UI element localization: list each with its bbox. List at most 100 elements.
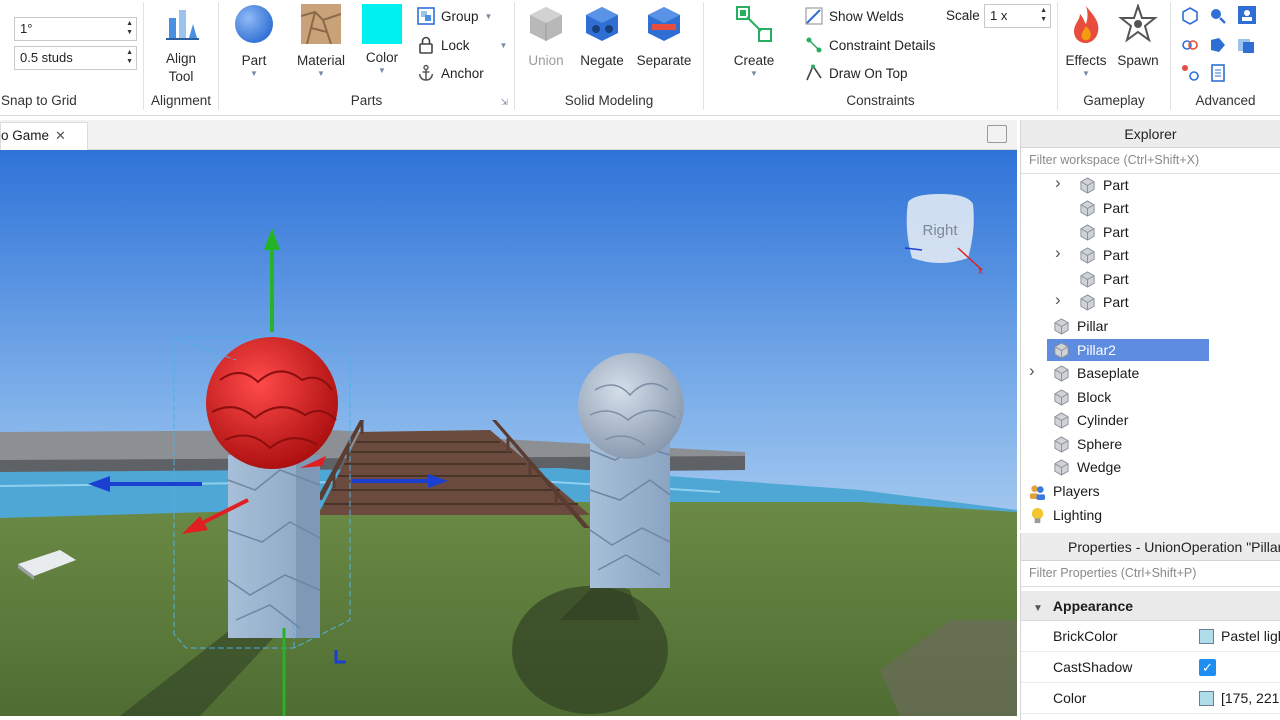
collapse-arrow-icon[interactable]: ▼: [1033, 603, 1043, 614]
properties-filter-input[interactable]: Filter Properties (Ctrl+Shift+P): [1021, 561, 1280, 587]
explorer-item-label: Players: [1053, 483, 1100, 499]
create-constraint-button[interactable]: Create ▼: [730, 4, 778, 78]
chevron-down-icon[interactable]: ▼: [485, 12, 493, 21]
nodes-icon[interactable]: [1181, 64, 1199, 82]
create-constraint-icon: [736, 6, 772, 42]
property-value: [175, 221, 233]: [1221, 690, 1280, 706]
expand-chevron-icon[interactable]: ›: [1055, 243, 1061, 263]
expand-chevron-icon[interactable]: ›: [1055, 290, 1061, 310]
spinner-arrows-icon[interactable]: ▲ ▼: [1040, 6, 1047, 24]
draw-on-top-button[interactable]: Draw On Top: [805, 64, 908, 82]
part-sphere-icon: [235, 5, 273, 43]
property-value: Pastel light blue: [1221, 628, 1280, 644]
expand-corner-icon[interactable]: ⇲: [500, 97, 508, 108]
explorer-item-label: Part: [1103, 247, 1129, 263]
module-icon[interactable]: [1237, 36, 1255, 54]
explorer-item-pillar2[interactable]: Pillar2: [1021, 339, 1280, 361]
explorer-item-sphere[interactable]: Sphere: [1021, 433, 1280, 455]
property-row-castshadow[interactable]: CastShadow ✓: [1021, 652, 1280, 683]
snap-to-grid-group: 1° ▲ ▼ 0.5 studs ▲ ▼ Snap to Grid: [0, 0, 143, 112]
rotate-snap-field[interactable]: 1° ▲ ▼: [14, 17, 137, 41]
align-tool-label: Align Tool: [165, 51, 197, 84]
effects-button[interactable]: Effects ▼: [1064, 4, 1108, 78]
color-button[interactable]: Color ▼: [357, 4, 407, 75]
explorer-item-label: Wedge: [1077, 459, 1122, 475]
property-row-brickcolor[interactable]: BrickColor Pastel light blue: [1021, 621, 1280, 652]
pillar-part[interactable]: [590, 442, 670, 588]
spinner-arrows-icon[interactable]: ▲ ▼: [126, 48, 133, 66]
explorer-item-block[interactable]: Block: [1021, 386, 1280, 408]
constraint-details-button[interactable]: Constraint Details: [805, 36, 936, 54]
chevron-down-icon[interactable]: ▼: [229, 69, 279, 78]
explorer-filter-input[interactable]: Filter workspace (Ctrl+Shift+X): [1021, 148, 1280, 174]
explorer-item-lighting[interactable]: ›Lighting: [1021, 504, 1280, 526]
lock-button[interactable]: Lock ▼: [417, 36, 507, 54]
constraint-details-label: Constraint Details: [829, 37, 936, 53]
expand-chevron-icon[interactable]: ›: [1055, 174, 1061, 193]
draw-on-top-label: Draw On Top: [829, 65, 908, 81]
align-tool-button[interactable]: Align Tool: [144, 4, 218, 86]
scale-value: 1 x: [990, 8, 1008, 23]
package-icon[interactable]: [1181, 7, 1199, 25]
negate-button[interactable]: Negate: [577, 4, 627, 68]
property-row-color[interactable]: Color [175, 221, 233]: [1021, 683, 1280, 714]
appearance-section-header[interactable]: ▼ Appearance: [1021, 591, 1280, 621]
part-cube-icon: [1080, 247, 1095, 264]
explorer-item-part[interactable]: Part: [1021, 268, 1280, 290]
chevron-down-icon[interactable]: ▼: [1064, 69, 1108, 78]
gameplay-group-label: Gameplay: [1083, 93, 1145, 108]
part-cube-icon: [1054, 342, 1069, 359]
3d-viewport[interactable]: Right x: [0, 150, 1017, 716]
expand-chevron-icon[interactable]: ›: [1029, 361, 1035, 381]
explorer-item-wedge[interactable]: Wedge: [1021, 456, 1280, 478]
explorer-item-players[interactable]: Players: [1021, 480, 1280, 502]
spinner-arrows-icon[interactable]: ▲ ▼: [126, 19, 133, 37]
part-cube-icon: [1080, 294, 1095, 311]
chevron-down-icon[interactable]: ▼: [357, 66, 407, 75]
script-icon[interactable]: [1237, 5, 1257, 25]
material-button[interactable]: Material ▼: [293, 4, 349, 78]
part-cube-icon: [1080, 200, 1095, 217]
anchor-button[interactable]: Anchor: [417, 64, 484, 82]
window-layout-icon[interactable]: [987, 125, 1007, 143]
color-swatch[interactable]: [1199, 628, 1214, 644]
union-label: Union: [528, 53, 564, 68]
pillar-sphere[interactable]: [578, 353, 684, 459]
union-button[interactable]: Union: [521, 4, 571, 68]
chevron-down-icon[interactable]: ▼: [293, 69, 349, 78]
constraints-group-label: Constraints: [846, 93, 915, 108]
color-swatch[interactable]: [1199, 690, 1214, 706]
group-button[interactable]: Group ▼: [417, 7, 492, 25]
part-button[interactable]: Part ▼: [229, 4, 279, 78]
property-name: CastShadow: [1053, 659, 1133, 675]
scale-field[interactable]: 1 x ▲ ▼: [984, 4, 1051, 28]
explorer-item-pillar[interactable]: Pillar: [1021, 315, 1280, 337]
remote-icon[interactable]: [1209, 36, 1227, 54]
search-icon[interactable]: [1209, 7, 1227, 25]
explorer-item-label: Pillar2: [1077, 342, 1116, 358]
explorer-item-part[interactable]: Part: [1021, 221, 1280, 243]
chevron-down-icon[interactable]: ▼: [500, 41, 508, 50]
explorer-item-cylinder[interactable]: Cylinder: [1021, 409, 1280, 431]
svg-text:x: x: [978, 266, 983, 277]
show-welds-button[interactable]: Show Welds: [805, 7, 904, 25]
color-label: Color: [365, 50, 399, 65]
link-icon[interactable]: [1181, 36, 1199, 54]
spawn-button[interactable]: Spawn: [1114, 2, 1162, 68]
explorer-item-part[interactable]: Part: [1021, 197, 1280, 219]
explorer-item-part[interactable]: › Part: [1021, 174, 1280, 196]
explorer-item-label: Part: [1103, 224, 1129, 240]
negate-label: Negate: [580, 53, 624, 68]
part-label: Part: [241, 53, 267, 68]
rotate-snap-value: 1°: [20, 21, 33, 36]
castshadow-checkbox[interactable]: ✓: [1199, 659, 1216, 676]
tab-game[interactable]: o Game ✕: [0, 122, 88, 150]
document-icon[interactable]: [1209, 64, 1227, 82]
explorer-item-part[interactable]: › Part: [1021, 290, 1280, 313]
move-snap-field[interactable]: 0.5 studs ▲ ▼: [14, 46, 137, 70]
explorer-item-part[interactable]: › Part: [1021, 243, 1280, 266]
explorer-item-baseplate[interactable]: › Baseplate: [1021, 361, 1280, 384]
chevron-down-icon[interactable]: ▼: [730, 69, 778, 78]
close-icon[interactable]: ✕: [55, 128, 66, 143]
separate-button[interactable]: Separate: [633, 4, 695, 68]
